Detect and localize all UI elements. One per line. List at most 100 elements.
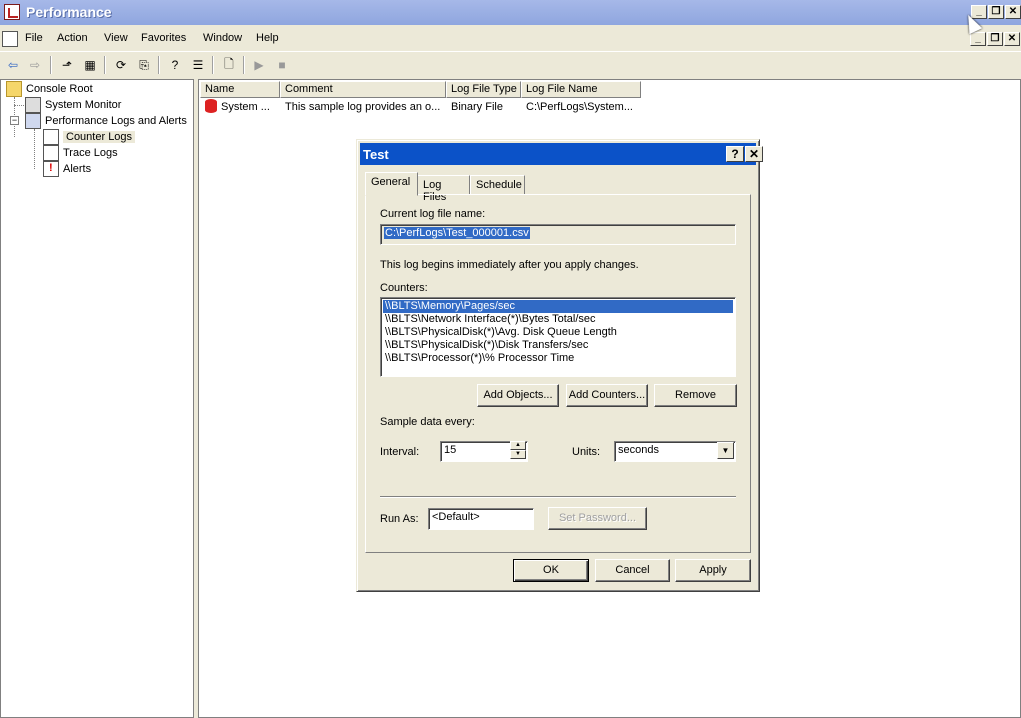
- back-arrow-icon[interactable]: ⇦: [4, 56, 22, 74]
- apply-button[interactable]: Apply: [675, 559, 751, 582]
- interval-label: Interval:: [380, 446, 420, 458]
- counters-list[interactable]: \\BLTS\Memory\Pages/sec \\BLTS\Network I…: [380, 297, 736, 377]
- toolbar-separator: [158, 56, 160, 74]
- row-comment: This sample log provides an o...: [285, 101, 441, 113]
- set-password-button[interactable]: Set Password...: [548, 507, 647, 530]
- system-monitor-icon: [25, 97, 41, 113]
- child-window-icon[interactable]: [2, 31, 18, 47]
- tab-general[interactable]: General: [365, 172, 418, 196]
- ok-button[interactable]: OK: [513, 559, 589, 582]
- toolbar-separator: [104, 56, 106, 74]
- row-type: Binary File: [451, 101, 503, 113]
- run-as-input[interactable]: <Default>: [428, 508, 534, 530]
- row-file: C:\PerfLogs\System...: [526, 101, 633, 113]
- current-log-field[interactable]: C:\PerfLogs\Test_000001.csv: [380, 224, 736, 245]
- performance-logs-icon: [25, 113, 41, 129]
- list-item[interactable]: \\BLTS\Network Interface(*)\Bytes Total/…: [383, 313, 733, 326]
- child-restore-icon[interactable]: ❐: [987, 32, 1003, 46]
- dialog-title-bar[interactable]: Test ? ✕: [360, 143, 763, 165]
- spin-up-icon[interactable]: ▲: [510, 441, 526, 450]
- spin-down-icon[interactable]: ▼: [510, 450, 526, 459]
- menu-view[interactable]: View: [104, 32, 128, 44]
- close-icon[interactable]: ✕: [1005, 5, 1021, 19]
- list-item[interactable]: \\BLTS\Memory\Pages/sec: [383, 300, 733, 313]
- toolbar: ⇦ ⇨ ⬏ ▦ ⟳ ⎘ ? ☰ 🗋 ▶ ■: [0, 51, 1021, 77]
- tree-label: Performance Logs and Alerts: [45, 115, 187, 127]
- tree-label: Alerts: [63, 163, 92, 175]
- sample-label: Sample data every:: [380, 416, 475, 428]
- toolbar-separator: [243, 56, 245, 74]
- tab-schedule[interactable]: Schedule: [470, 175, 525, 195]
- tree-label: Console Root: [26, 83, 93, 95]
- menu-help[interactable]: Help: [256, 32, 279, 44]
- column-header-comment[interactable]: Comment: [280, 81, 446, 98]
- performance-window: Performance _ ❐ ✕ File Action View Favor…: [0, 0, 1021, 718]
- current-log-label: Current log file name:: [380, 208, 486, 220]
- menu-bar: File Action View Favorites Window Help _…: [0, 28, 1021, 50]
- menu-window[interactable]: Window: [203, 32, 242, 44]
- info-text: This log begins immediately after you ap…: [380, 259, 639, 271]
- tree-line: [34, 129, 35, 169]
- current-log-value: C:\PerfLogs\Test_000001.csv: [384, 227, 530, 239]
- window-title: Performance: [26, 4, 112, 20]
- restore-icon[interactable]: ❐: [988, 5, 1004, 19]
- list-item[interactable]: \\BLTS\PhysicalDisk(*)\Avg. Disk Queue L…: [383, 326, 733, 339]
- list-item[interactable]: \\BLTS\Processor(*)\% Processor Time: [383, 352, 733, 365]
- child-close-icon[interactable]: ✕: [1004, 32, 1020, 46]
- toolbar-separator: [50, 56, 52, 74]
- menu-favorites[interactable]: Favorites: [141, 32, 186, 44]
- tab-log-files[interactable]: Log Files: [417, 175, 470, 203]
- tree-label: Counter Logs: [63, 131, 136, 143]
- performance-app-icon: [4, 4, 20, 20]
- list-item[interactable]: \\BLTS\PhysicalDisk(*)\Disk Transfers/se…: [383, 339, 733, 352]
- help-icon[interactable]: ?: [166, 56, 184, 74]
- alert-icon: [43, 161, 59, 177]
- tree-label: System Monitor: [45, 99, 122, 111]
- window-title-bar[interactable]: Performance _ ❐ ✕: [0, 0, 1021, 25]
- help-question-icon[interactable]: ?: [726, 146, 744, 162]
- tree-item-counter-logs[interactable]: Counter Logs: [43, 129, 136, 145]
- console-tree: Console Root System Monitor − Performanc…: [0, 79, 194, 718]
- add-objects-button[interactable]: Add Objects...: [477, 384, 559, 407]
- counter-logs-icon: [43, 129, 59, 145]
- refresh-icon[interactable]: ⟳: [112, 56, 130, 74]
- dialog-title: Test: [363, 147, 389, 162]
- trace-logs-icon: [43, 145, 59, 161]
- folder-icon: [6, 81, 22, 97]
- collapse-icon[interactable]: −: [10, 116, 19, 125]
- menu-action[interactable]: Action: [57, 32, 88, 44]
- tree-item-trace-logs[interactable]: Trace Logs: [43, 145, 118, 161]
- row-name: System ...: [221, 101, 270, 113]
- counters-label: Counters:: [380, 282, 428, 294]
- remove-button[interactable]: Remove: [654, 384, 737, 407]
- interval-spinner[interactable]: ▲ ▼: [510, 441, 526, 460]
- menu-file[interactable]: File: [25, 32, 43, 44]
- cancel-button[interactable]: Cancel: [595, 559, 670, 582]
- add-counters-button[interactable]: Add Counters...: [566, 384, 648, 407]
- column-header-name[interactable]: Name: [200, 81, 280, 98]
- export-list-icon[interactable]: ⎘: [135, 56, 153, 74]
- up-folder-icon[interactable]: ⬏: [58, 56, 76, 74]
- show-hide-tree-icon[interactable]: ▦: [81, 56, 99, 74]
- start-icon[interactable]: ▶: [250, 56, 268, 74]
- tree-line: [14, 105, 24, 106]
- properties-icon[interactable]: ☰: [189, 56, 207, 74]
- tree-item-system-monitor[interactable]: System Monitor: [25, 97, 121, 113]
- units-label: Units:: [572, 446, 601, 458]
- tree-label: Trace Logs: [63, 147, 118, 159]
- tree-item-performance-logs[interactable]: Performance Logs and Alerts: [25, 113, 187, 129]
- tree-item-alerts[interactable]: Alerts: [43, 161, 91, 177]
- column-header-type[interactable]: Log File Type: [446, 81, 521, 98]
- log-icon: [205, 99, 217, 113]
- column-header-file-name[interactable]: Log File Name: [521, 81, 641, 98]
- new-log-icon[interactable]: 🗋: [220, 56, 238, 74]
- divider: [380, 496, 736, 498]
- child-minimize-icon[interactable]: _: [970, 32, 986, 46]
- tree-item-console-root[interactable]: Console Root: [6, 81, 93, 97]
- stop-icon[interactable]: ■: [273, 56, 291, 74]
- dialog-close-icon[interactable]: ✕: [745, 146, 763, 162]
- forward-arrow-icon[interactable]: ⇨: [26, 56, 44, 74]
- toolbar-separator: [212, 56, 214, 74]
- chevron-down-icon[interactable]: ▼: [717, 442, 734, 459]
- run-as-label: Run As:: [380, 513, 419, 525]
